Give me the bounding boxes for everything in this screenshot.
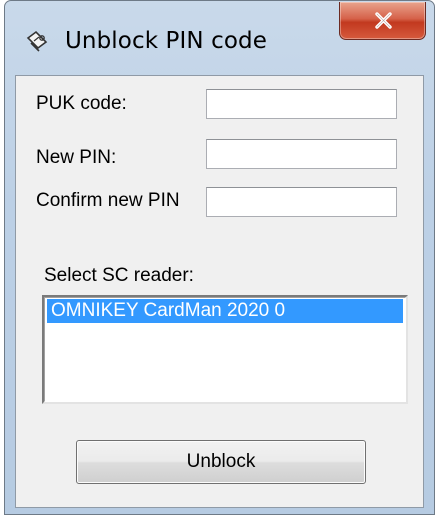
new-pin-input[interactable]: [206, 139, 397, 169]
confirm-pin-input[interactable]: [206, 187, 397, 217]
puk-code-label: PUK code:: [36, 93, 127, 114]
title-bar[interactable]: Unblock PIN code: [5, 1, 434, 75]
reader-list-item[interactable]: OMNIKEY CardMan 2020 0: [47, 299, 403, 323]
smartcard-key-icon: [25, 29, 51, 53]
unblock-button[interactable]: Unblock: [76, 440, 366, 484]
reader-list[interactable]: OMNIKEY CardMan 2020 0: [42, 295, 408, 404]
unblock-pin-dialog: Unblock PIN code PUK code: New PIN: Conf…: [4, 0, 435, 515]
window-title: Unblock PIN code: [65, 28, 267, 54]
close-button[interactable]: [339, 2, 426, 40]
reader-list-frame: OMNIKEY CardMan 2020 0: [44, 297, 406, 402]
select-reader-label: Select SC reader:: [44, 265, 194, 286]
close-icon: [375, 12, 392, 29]
new-pin-label: New PIN:: [36, 147, 117, 168]
dialog-content: PUK code: New PIN: Confirm new PIN Selec…: [15, 75, 424, 508]
confirm-pin-label: Confirm new PIN: [36, 190, 180, 211]
puk-code-input[interactable]: [206, 89, 397, 119]
